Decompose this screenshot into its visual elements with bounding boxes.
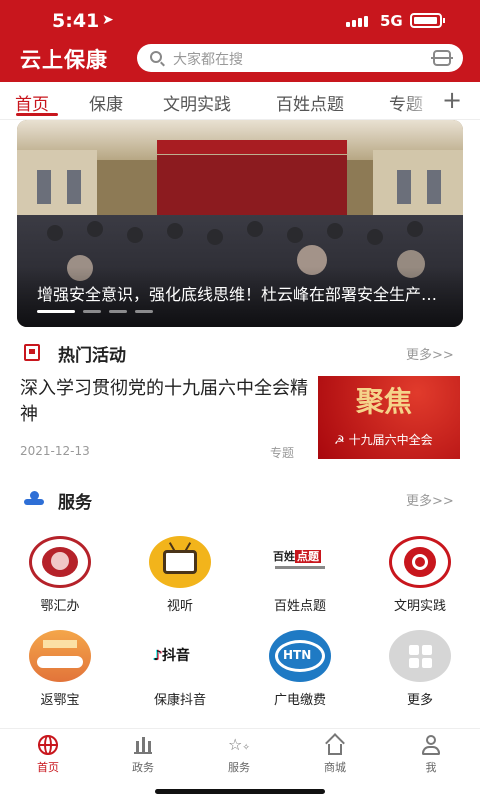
- service-item-ehuiban[interactable]: 鄂汇办: [10, 536, 110, 614]
- tab-wenming-shijian[interactable]: 文明实践: [163, 90, 231, 115]
- nav-label: 商城: [324, 761, 346, 774]
- nav-label: 我: [425, 761, 437, 774]
- thumb-subtitle: ☭ 十九届六中全会: [334, 433, 433, 447]
- building-icon: [132, 735, 154, 755]
- service-label: 返鄂宝: [40, 693, 80, 708]
- service-label: 视听: [166, 599, 193, 614]
- conference-banner: [157, 140, 347, 154]
- douyin-icon: ♪抖音: [149, 630, 211, 682]
- user-icon: [420, 735, 442, 755]
- search-placeholder: 大家都在搜: [173, 52, 243, 68]
- tab-baixing-dianti[interactable]: 百姓点题: [276, 90, 344, 115]
- service-label: 更多: [406, 693, 433, 708]
- conference-stage: [157, 155, 347, 215]
- tab-home[interactable]: 首页: [15, 90, 49, 115]
- nav-item-service[interactable]: ☆✧ 服务: [209, 735, 269, 775]
- nav-label: 政务: [132, 761, 154, 774]
- app-header: 5:41 ➤ 5G 云上保康 大家都在搜: [0, 0, 480, 82]
- tv-icon: [149, 536, 211, 588]
- globe-icon: [37, 735, 59, 755]
- carousel-dot: [83, 310, 101, 313]
- add-channel-icon[interactable]: +: [440, 84, 464, 116]
- article-date: 2021-12-13: [20, 444, 90, 458]
- search-icon: [150, 51, 162, 63]
- service-label: 百姓点题: [273, 599, 326, 614]
- hot-section-title: 热门活动: [58, 346, 126, 366]
- network-type: 5G: [380, 12, 403, 30]
- service-item-wenming-shijian[interactable]: 文明实践: [370, 536, 470, 614]
- fanebao-icon: [29, 630, 91, 682]
- nav-item-me[interactable]: 我: [401, 735, 461, 775]
- article-title[interactable]: 深入学习贯彻党的十九届六中全会精神: [20, 376, 310, 428]
- service-item-shiting[interactable]: 视听: [130, 536, 230, 614]
- shop-house-icon: [324, 733, 346, 755]
- service-item-guangdian[interactable]: HTN 广电缴费: [250, 630, 350, 708]
- banner-caption: 增强安全意识，强化底线思维！杜云峰在部署安全生产工作: [37, 285, 447, 304]
- carousel-dot: [37, 310, 75, 313]
- service-more-link[interactable]: 更多>>: [406, 490, 454, 509]
- banner-carousel[interactable]: 增强安全意识，强化底线思维！杜云峰在部署安全生产工作: [17, 120, 463, 327]
- carousel-dots: [37, 310, 153, 313]
- nav-label: 服务: [228, 761, 250, 774]
- service-item-fanebao[interactable]: 返鄂宝: [10, 630, 110, 708]
- article-tag: 专题: [270, 446, 295, 460]
- hot-more-link[interactable]: 更多>>: [406, 344, 454, 363]
- service-section-title: 服务: [58, 493, 92, 513]
- service-label: 保康抖音: [153, 693, 206, 708]
- location-arrow-icon: ➤: [102, 12, 114, 28]
- nav-label: 首页: [37, 761, 59, 774]
- wenming-shijian-icon: [389, 536, 451, 588]
- active-tab-indicator: [16, 113, 58, 116]
- service-stars-icon: ☆✧: [228, 735, 250, 754]
- ehuiban-icon: [29, 536, 91, 588]
- search-bar[interactable]: 大家都在搜: [137, 44, 463, 72]
- service-label: 广电缴费: [273, 693, 326, 708]
- hot-activity-icon: [24, 344, 40, 361]
- service-item-douyin[interactable]: ♪抖音 保康抖音: [130, 630, 230, 708]
- battery-icon: [410, 13, 445, 28]
- nav-item-zhengwu[interactable]: 政务: [113, 735, 173, 775]
- status-bar: 5:41 ➤ 5G: [0, 0, 480, 40]
- service-label: 文明实践: [393, 599, 446, 614]
- article-thumbnail[interactable]: 聚焦 ☭ 十九届六中全会: [318, 376, 460, 459]
- grid-more-icon: [389, 630, 451, 682]
- signal-icon: [346, 16, 368, 27]
- status-time: 5:41: [52, 10, 100, 32]
- carousel-dot: [109, 310, 127, 313]
- home-indicator: [155, 789, 325, 794]
- baixing-dianti-icon: 百姓 点题: [269, 536, 331, 588]
- carousel-dot: [135, 310, 153, 313]
- thumb-headline: 聚焦: [356, 385, 413, 418]
- scan-icon[interactable]: [431, 50, 453, 66]
- channel-tabs: 首页 保康 文明实践 百姓点题 专题: [0, 82, 480, 120]
- service-label: 鄂汇办: [40, 599, 80, 614]
- app-title: 云上保康: [20, 48, 108, 72]
- nav-item-home[interactable]: 首页: [18, 735, 78, 775]
- service-item-more[interactable]: 更多: [370, 630, 470, 708]
- service-item-baixing-dianti[interactable]: 百姓 点题 百姓点题: [250, 536, 350, 614]
- nav-item-shop[interactable]: 商城: [305, 733, 365, 775]
- tab-baokang[interactable]: 保康: [89, 90, 123, 115]
- guangdian-icon: HTN: [269, 630, 331, 682]
- service-hand-heart-icon: [24, 489, 44, 508]
